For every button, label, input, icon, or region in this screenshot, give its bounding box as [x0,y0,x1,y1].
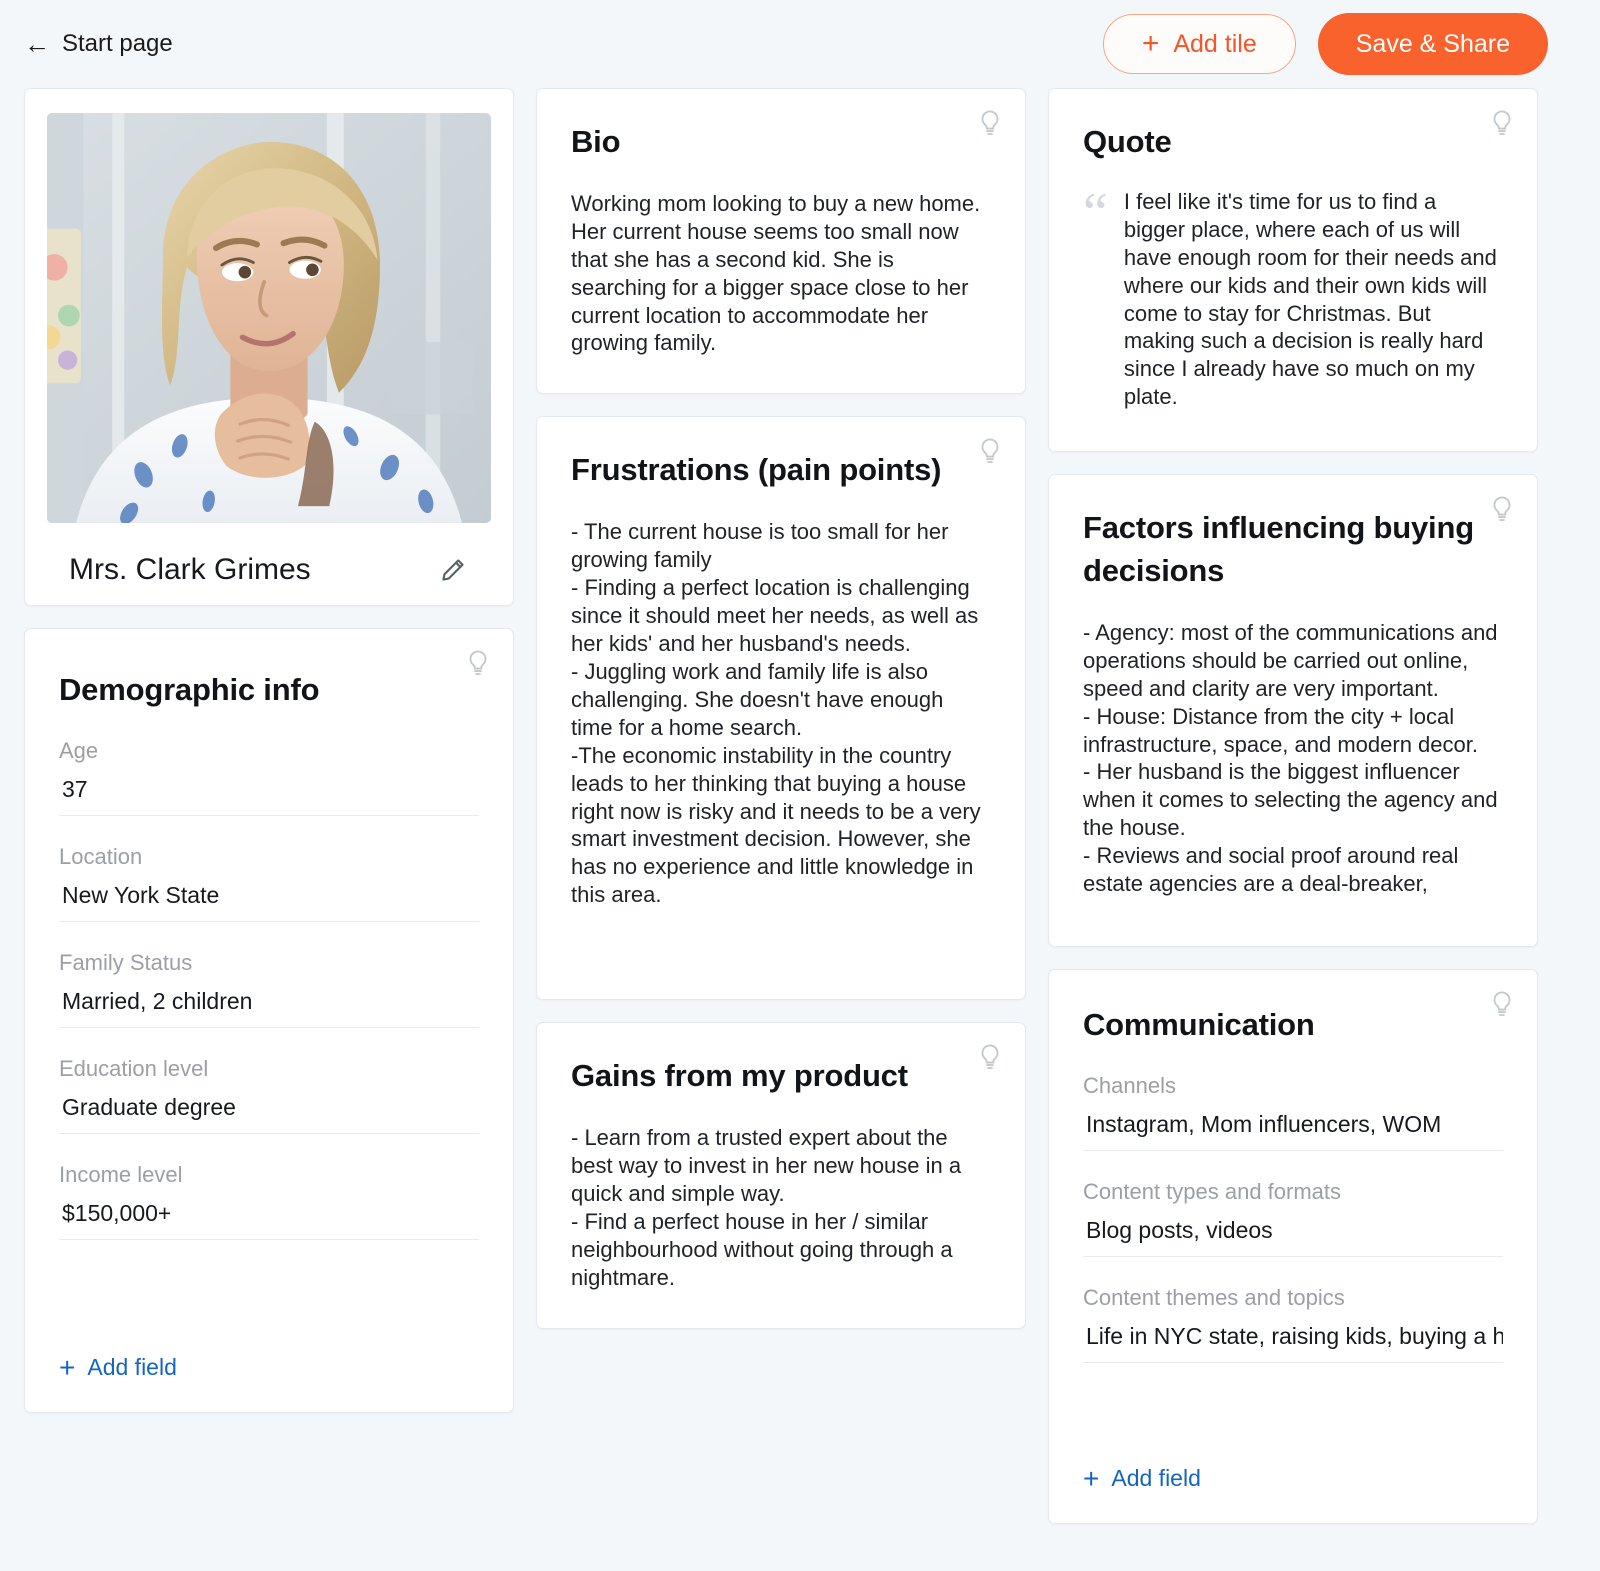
top-bar-actions: + Add tile Save & Share [1102,13,1548,75]
add-field-label: Add field [1111,1465,1201,1492]
back-to-start-page-link[interactable]: ← Start page [24,30,173,58]
lightbulb-icon[interactable] [1489,990,1515,1020]
field-label: Income level [59,1161,183,1187]
top-bar: ← Start page + Add tile Save & Share [0,0,1600,88]
gains-text[interactable]: - Learn from a trusted expert about the … [571,1124,991,1292]
save-and-share-label: Save & Share [1355,29,1510,58]
field-location[interactable]: Location New York State [59,844,479,922]
field-label: Education level [59,1055,209,1081]
add-tile-label: Add tile [1173,29,1257,58]
frustrations-card[interactable]: Frustrations (pain points) - The current… [536,416,1026,1001]
plus-icon: + [59,1351,76,1383]
persona-photo [47,113,491,523]
quote-title: Quote [1083,124,1172,159]
factors-card[interactable]: Factors influencing buying decisions - A… [1048,474,1538,948]
back-to-start-page-label: Start page [62,30,173,57]
field-value[interactable]: Married, 2 children [59,988,479,1028]
lightbulb-icon[interactable] [1489,109,1515,139]
field-education-level[interactable]: Education level Graduate degree [59,1056,479,1134]
field-age[interactable]: Age 37 [59,738,479,816]
field-label: Content themes and topics [1083,1284,1345,1310]
arrow-left-icon: ← [24,29,50,59]
persona-name: Mrs. Clark Grimes [69,553,311,586]
frustrations-text[interactable]: - The current house is too small for her… [571,518,991,909]
field-value[interactable]: Blog posts, videos [1083,1217,1503,1257]
plus-icon: + [1141,27,1160,60]
add-field-label: Add field [87,1354,177,1381]
field-value[interactable]: 37 [59,776,479,816]
demographic-info-title: Demographic info [59,672,320,707]
communication-card[interactable]: Communication Channels Instagram, Mom in… [1048,969,1538,1524]
board-column-right: Quote “ I feel like it's time for us to … [1048,88,1538,1524]
field-label: Age [59,737,99,763]
factors-text[interactable]: - Agency: most of the communications and… [1083,619,1503,898]
lightbulb-icon[interactable] [977,437,1003,467]
persona-board: Mrs. Clark Grimes Demographic info Age 3… [0,88,1600,1524]
factors-title: Factors influencing buying decisions [1083,510,1474,589]
lightbulb-icon[interactable] [977,109,1003,139]
field-content-themes-and-topics[interactable]: Content themes and topics Life in NYC st… [1083,1285,1503,1363]
bio-card[interactable]: Bio Working mom looking to buy a new hom… [536,88,1026,395]
lightbulb-icon[interactable] [465,649,491,679]
frustrations-title: Frustrations (pain points) [571,452,942,488]
board-column-middle: Bio Working mom looking to buy a new hom… [536,88,1026,1329]
quote-text[interactable]: I feel like it's time for us to find a b… [1124,188,1503,412]
quote-mark-icon: “ [1083,181,1108,244]
demographic-info-card[interactable]: Demographic info Age 37 Location New Yor… [24,628,514,1413]
field-channels[interactable]: Channels Instagram, Mom influencers, WOM [1083,1073,1503,1151]
field-income-level[interactable]: Income level $150,000+ [59,1162,479,1240]
field-value[interactable]: Graduate degree [59,1094,479,1134]
persona-card[interactable]: Mrs. Clark Grimes [24,88,514,606]
field-value[interactable]: New York State [59,882,479,922]
save-and-share-button[interactable]: Save & Share [1317,13,1548,75]
field-label: Location [59,843,143,869]
gains-card[interactable]: Gains from my product - Learn from a tru… [536,1022,1026,1329]
add-tile-button[interactable]: + Add tile [1102,14,1296,74]
add-field-button-demographic[interactable]: + Add field [59,1351,479,1383]
bio-title: Bio [571,124,621,159]
field-value[interactable]: $150,000+ [59,1200,479,1240]
field-content-types-and-formats[interactable]: Content types and formats Blog posts, vi… [1083,1179,1503,1257]
bio-text[interactable]: Working mom looking to buy a new home. H… [571,190,991,358]
lightbulb-icon[interactable] [1489,495,1515,525]
gains-title: Gains from my product [571,1058,908,1094]
communication-title: Communication [1083,1007,1315,1043]
field-value[interactable]: Life in NYC state, raising kids, buying … [1083,1323,1503,1363]
persona-name-row: Mrs. Clark Grimes [47,553,491,587]
quote-card[interactable]: Quote “ I feel like it's time for us to … [1048,88,1538,453]
persona-photo-image [47,113,491,523]
quote-row: “ I feel like it's time for us to find a… [1083,181,1503,412]
field-label: Family Status [59,949,193,975]
field-family-status[interactable]: Family Status Married, 2 children [59,950,479,1028]
lightbulb-icon[interactable] [977,1043,1003,1073]
add-field-button-communication[interactable]: + Add field [1083,1462,1503,1494]
field-label: Content types and formats [1083,1178,1342,1204]
board-column-left: Mrs. Clark Grimes Demographic info Age 3… [24,88,514,1413]
plus-icon: + [1083,1462,1100,1494]
field-label: Channels [1083,1072,1176,1098]
field-value[interactable]: Instagram, Mom influencers, WOM [1083,1111,1503,1151]
pencil-icon[interactable] [439,556,467,584]
